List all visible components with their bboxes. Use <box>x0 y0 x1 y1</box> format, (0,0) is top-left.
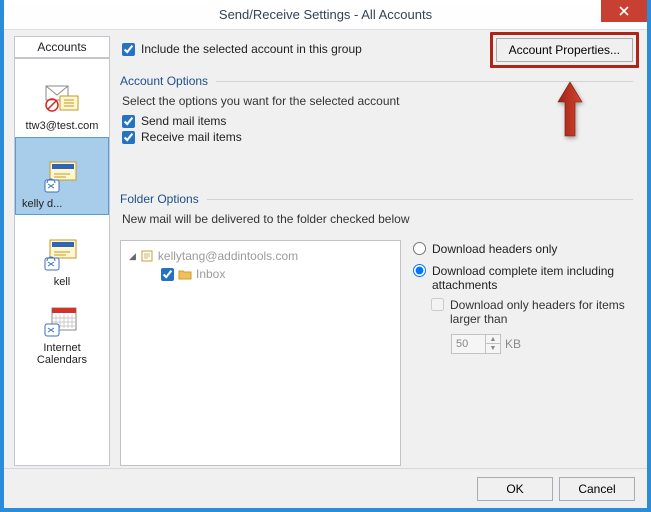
folder-options-header: Folder Options <box>120 192 203 206</box>
close-icon <box>619 6 629 16</box>
account-options-help: Select the options you want for the sele… <box>122 94 633 108</box>
tree-inbox-row[interactable]: Inbox <box>161 265 394 283</box>
inbox-label: Inbox <box>196 267 225 281</box>
download-headers-row[interactable]: Download headers only <box>413 242 633 256</box>
account-label: Internet Calendars <box>20 342 104 366</box>
title-bar: Send/Receive Settings - All Accounts <box>4 0 647 30</box>
download-complete-row[interactable]: Download complete item including attachm… <box>413 264 633 292</box>
spin-down-icon[interactable]: ▼ <box>485 344 501 354</box>
receive-mail-row[interactable]: Receive mail items <box>122 130 633 144</box>
sidebar-header: Accounts <box>14 36 110 58</box>
download-headers-radio[interactable] <box>413 242 426 255</box>
include-account-checkbox[interactable] <box>122 43 135 56</box>
account-label: kelly d... <box>20 198 104 210</box>
download-large-only-label: Download only headers for items larger t… <box>450 298 633 326</box>
download-complete-label: Download complete item including attachm… <box>432 264 633 292</box>
include-account-label: Include the selected account in this gro… <box>141 42 362 56</box>
download-complete-radio[interactable] <box>413 264 426 277</box>
size-input[interactable] <box>451 334 485 354</box>
size-unit-label: KB <box>505 337 521 351</box>
account-item[interactable]: ttw3@test.com <box>15 59 109 137</box>
ok-button[interactable]: OK <box>477 477 553 501</box>
accounts-list: ttw3@test.com kelly <box>14 58 110 466</box>
accounts-sidebar: Accounts ttw3@test.com <box>14 36 110 466</box>
size-spinner[interactable]: ▲ ▼ <box>451 334 501 354</box>
data-file-icon <box>140 249 154 263</box>
send-mail-checkbox[interactable] <box>122 115 135 128</box>
folder-options-help: New mail will be delivered to the folder… <box>122 212 633 226</box>
download-large-only-row[interactable]: Download only headers for items larger t… <box>431 298 633 326</box>
mail-account-icon <box>42 78 82 118</box>
download-headers-label: Download headers only <box>432 242 557 256</box>
mail-account-icon <box>42 156 82 196</box>
inbox-checkbox[interactable] <box>161 268 174 281</box>
mail-account-icon <box>42 234 82 274</box>
account-properties-button[interactable]: Account Properties... <box>496 38 633 62</box>
download-large-only-checkbox[interactable] <box>431 298 444 311</box>
receive-mail-checkbox[interactable] <box>122 131 135 144</box>
tree-expand-icon[interactable]: ◢ <box>129 251 136 262</box>
receive-mail-label: Receive mail items <box>141 130 242 144</box>
close-button[interactable] <box>601 0 647 22</box>
tree-account-row[interactable]: ◢ kellytang@addintools.com <box>129 247 394 265</box>
calendar-account-icon <box>42 300 82 340</box>
include-account-row[interactable]: Include the selected account in this gro… <box>120 38 488 56</box>
account-item[interactable]: kell <box>15 215 109 293</box>
inbox-folder-icon <box>178 268 192 280</box>
folder-tree[interactable]: ◢ kellytang@addintools.com Inbox <box>120 240 401 466</box>
spin-up-icon[interactable]: ▲ <box>485 334 501 344</box>
cancel-button[interactable]: Cancel <box>559 477 635 501</box>
window-title: Send/Receive Settings - All Accounts <box>219 7 432 22</box>
account-item[interactable]: kelly d... <box>15 137 109 215</box>
download-options: Download headers only Download complete … <box>411 240 633 466</box>
send-mail-row[interactable]: Send mail items <box>122 114 633 128</box>
dialog-footer: OK Cancel <box>4 468 647 508</box>
account-label: ttw3@test.com <box>20 120 104 132</box>
tree-account-label: kellytang@addintools.com <box>158 249 298 263</box>
account-options-header: Account Options <box>120 74 212 88</box>
send-mail-label: Send mail items <box>141 114 226 128</box>
account-item[interactable]: Internet Calendars <box>15 293 109 371</box>
account-label: kell <box>20 276 104 288</box>
